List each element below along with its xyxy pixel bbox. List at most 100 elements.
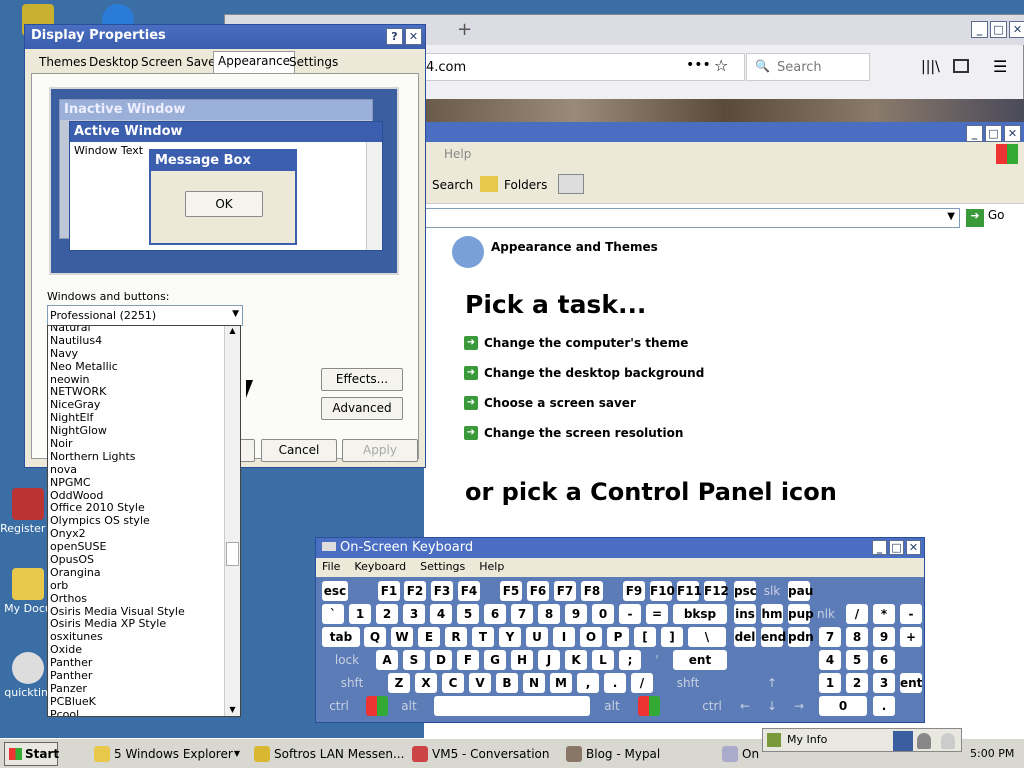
tab-themes[interactable]: Themes xyxy=(35,53,91,73)
effects-button[interactable]: Effects... xyxy=(321,368,403,391)
search-box[interactable]: 🔍 Search xyxy=(746,53,870,81)
close-icon[interactable]: ✕ xyxy=(1009,21,1024,38)
osk-key[interactable]: M xyxy=(550,673,572,693)
hamburger-menu-icon[interactable]: ☰ xyxy=(993,57,1007,76)
list-scrollbar[interactable]: ▲ ▼ xyxy=(224,326,240,716)
osk-key[interactable]: F5 xyxy=(500,581,522,601)
osk-key[interactable]: 3 xyxy=(873,673,895,693)
style-list-item[interactable]: nova xyxy=(48,463,240,477)
osk-key[interactable]: B xyxy=(496,673,518,693)
osk-key[interactable]: = xyxy=(646,604,668,624)
maximize-icon[interactable]: □ xyxy=(889,540,904,555)
scroll-thumb[interactable] xyxy=(226,542,239,566)
minimize-icon[interactable]: _ xyxy=(872,540,887,555)
osk-key[interactable]: D xyxy=(430,650,452,670)
osk-key[interactable]: F8 xyxy=(581,581,603,601)
osk-key[interactable]: - xyxy=(900,604,922,624)
osk-key[interactable]: shft xyxy=(658,673,718,693)
osk-key[interactable]: ent xyxy=(900,673,922,693)
osk-key[interactable]: pau xyxy=(788,581,813,601)
osk-key[interactable]: psc xyxy=(734,581,757,601)
osk-key[interactable]: ; xyxy=(619,650,641,670)
menu-settings[interactable]: Settings xyxy=(420,560,465,575)
osk-key[interactable]: G xyxy=(484,650,506,670)
address-bar[interactable]: ▼ xyxy=(424,208,960,228)
osk-key[interactable]: 5 xyxy=(457,604,479,624)
style-list-item[interactable]: NPGMC xyxy=(48,476,240,490)
osk-key[interactable]: P xyxy=(607,627,629,647)
osk-key[interactable]: 2 xyxy=(846,673,868,693)
osk-key[interactable]: ↑ xyxy=(761,673,783,693)
taskbar-item-vm5[interactable]: VM5 - Conversation xyxy=(410,743,550,765)
osk-key[interactable]: , xyxy=(577,673,599,693)
views-icon[interactable] xyxy=(558,174,584,194)
osk-key[interactable]: end xyxy=(761,627,786,647)
menu-keyboard[interactable]: Keyboard xyxy=(354,560,406,575)
osk-key[interactable]: F10 xyxy=(650,581,675,601)
cancel-button[interactable]: Cancel xyxy=(261,439,337,462)
taskbar-item-explorer[interactable]: 5 Windows Explorer ▼ xyxy=(92,743,242,765)
osk-key[interactable]: F2 xyxy=(404,581,426,601)
tab-desktop[interactable]: Desktop xyxy=(85,53,143,73)
osk-key[interactable]: 8 xyxy=(538,604,560,624)
style-list-item[interactable]: Noir xyxy=(48,437,240,451)
close-icon[interactable]: ✕ xyxy=(1004,125,1021,142)
osk-key[interactable]: 4 xyxy=(430,604,452,624)
osk-key[interactable]: F3 xyxy=(431,581,453,601)
style-list-item[interactable]: Navy xyxy=(48,347,240,361)
tab-settings[interactable]: Settings xyxy=(285,53,342,73)
osk-key[interactable]: N xyxy=(523,673,545,693)
osk-key[interactable]: / xyxy=(846,604,868,624)
user-icon-2[interactable] xyxy=(917,733,931,749)
osk-key[interactable]: * xyxy=(873,604,895,624)
osk-key[interactable]: [ xyxy=(634,627,656,647)
osk-key[interactable]: 1 xyxy=(349,604,371,624)
osk-key[interactable]: A xyxy=(376,650,398,670)
style-list-item[interactable]: Northern Lights xyxy=(48,450,240,464)
tab-screensaver[interactable]: Screen Saver xyxy=(137,53,224,73)
start-button[interactable]: Start xyxy=(4,742,59,766)
windows-key-icon[interactable] xyxy=(638,696,660,716)
scroll-up-icon[interactable]: ▲ xyxy=(225,326,240,335)
osk-key[interactable]: F9 xyxy=(623,581,645,601)
osk-key[interactable]: ctrl xyxy=(697,696,727,716)
osk-key[interactable]: slk xyxy=(761,581,783,601)
new-tab-button[interactable]: + xyxy=(457,19,472,40)
osk-key[interactable]: 6 xyxy=(873,650,895,670)
menu-help[interactable]: Help xyxy=(479,560,504,575)
go-button[interactable]: ➜ Go xyxy=(966,208,1004,228)
style-list-item[interactable]: Panzer xyxy=(48,682,240,696)
style-list-item[interactable]: Pcool xyxy=(48,708,240,716)
osk-key[interactable]: . xyxy=(604,673,626,693)
clock[interactable]: 5:00 PM xyxy=(970,747,1014,760)
osk-key[interactable]: U xyxy=(526,627,548,647)
osk-key[interactable]: nlk xyxy=(815,604,837,624)
sidebar-icon[interactable] xyxy=(953,59,969,73)
osk-key[interactable]: H xyxy=(511,650,533,670)
osk-key[interactable]: O xyxy=(580,627,602,647)
osk-key[interactable]: 6 xyxy=(484,604,506,624)
osk-key[interactable]: tab xyxy=(322,627,360,647)
osk-key[interactable]: Y xyxy=(499,627,521,647)
osk-key[interactable]: W xyxy=(391,627,413,647)
menu-help[interactable]: Help xyxy=(444,147,471,161)
osk-key[interactable]: 4 xyxy=(819,650,841,670)
osk-key[interactable]: → xyxy=(788,696,810,716)
osk-key[interactable]: del xyxy=(734,627,756,647)
osk-key[interactable]: - xyxy=(619,604,641,624)
close-icon[interactable]: ✕ xyxy=(405,28,422,45)
my-info-bar[interactable]: My Info xyxy=(762,728,962,752)
advanced-button[interactable]: Advanced xyxy=(321,397,403,420)
style-list-item[interactable]: Orangina xyxy=(48,566,240,580)
osk-key[interactable]: S xyxy=(403,650,425,670)
task-link-resolution[interactable]: ➜ Change the screen resolution xyxy=(464,426,683,440)
windows-key-icon[interactable] xyxy=(366,696,388,716)
osk-key[interactable]: 2 xyxy=(376,604,398,624)
osk-key[interactable]: shft xyxy=(322,673,382,693)
osk-key[interactable]: \ xyxy=(688,627,726,647)
taskbar-item-mypal[interactable]: Blog - Mypal xyxy=(564,743,704,765)
osk-key[interactable]: F12 xyxy=(704,581,729,601)
osk-key[interactable]: X xyxy=(415,673,437,693)
osk-key[interactable]: 5 xyxy=(846,650,868,670)
osk-key[interactable]: F4 xyxy=(458,581,480,601)
